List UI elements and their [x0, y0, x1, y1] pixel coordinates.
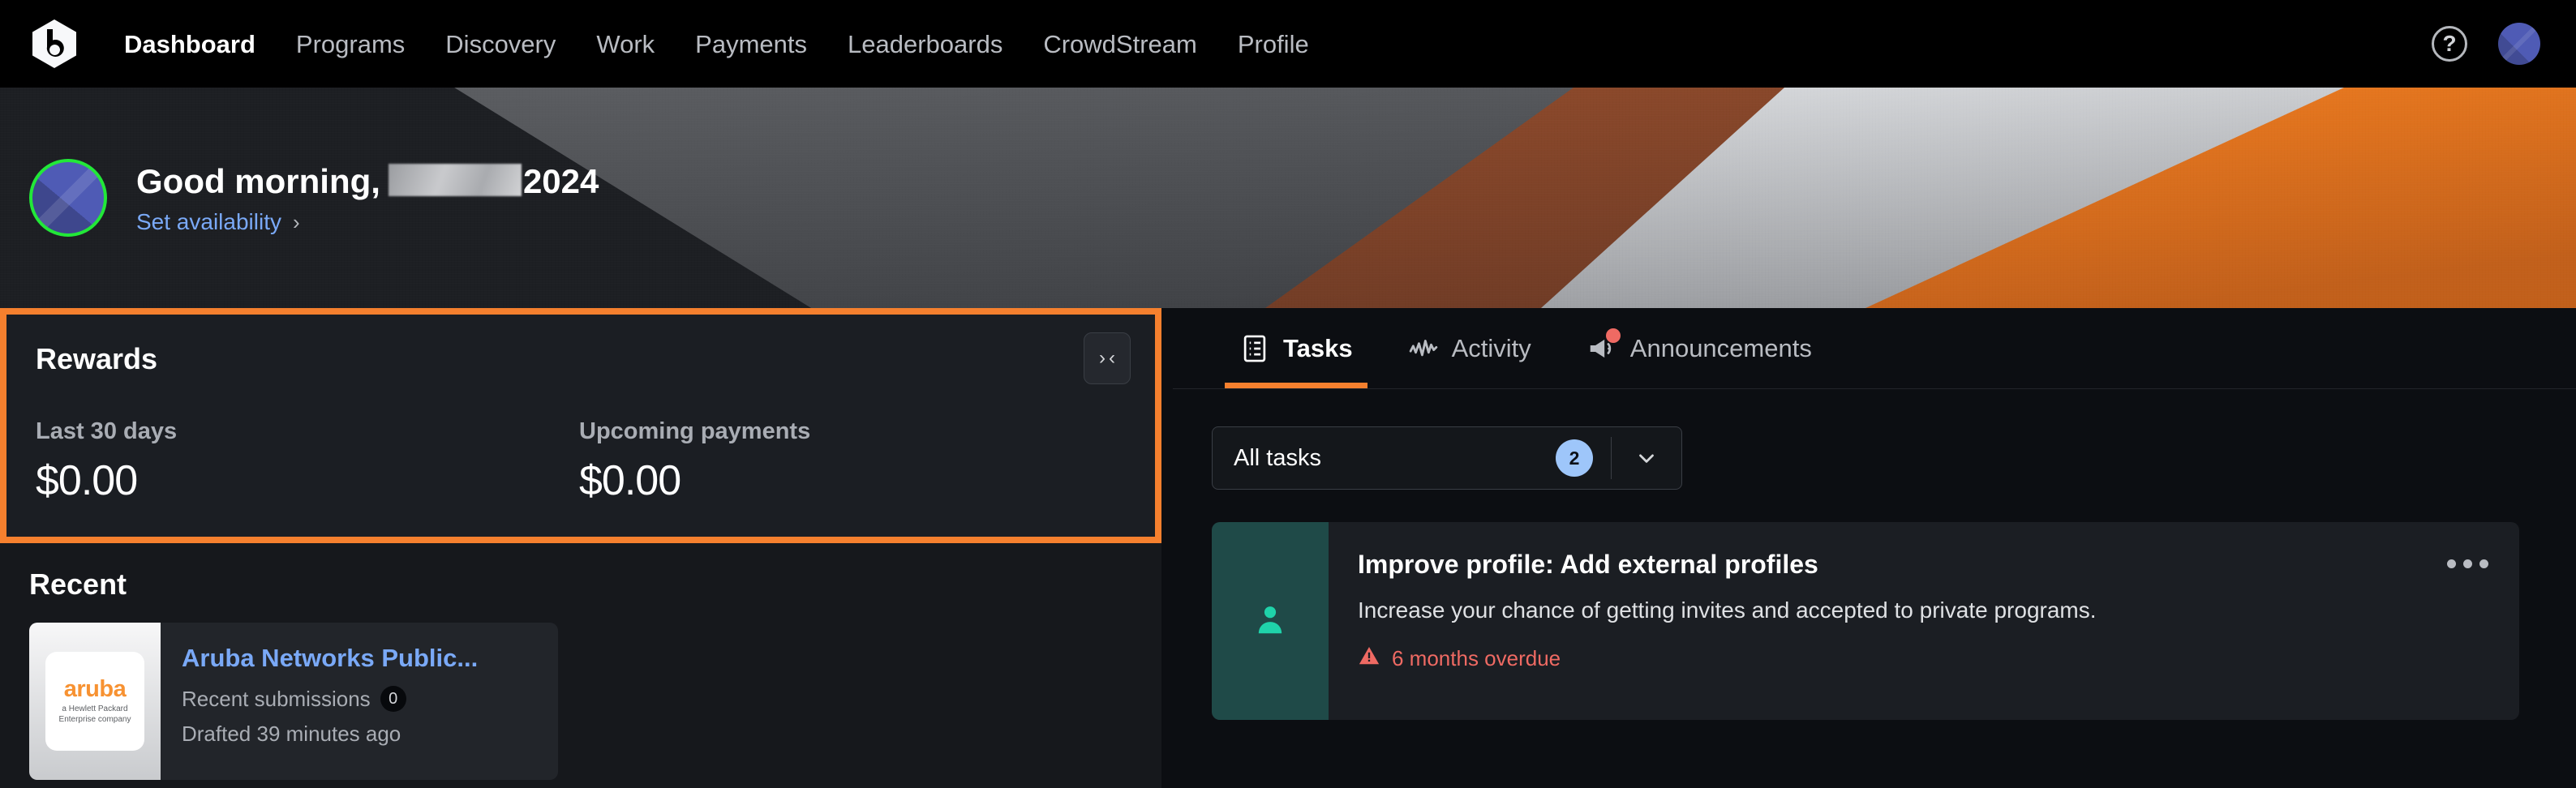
nav-link-discovery[interactable]: Discovery — [425, 24, 576, 65]
nav-link-dashboard[interactable]: Dashboard — [104, 24, 276, 65]
nav-right-controls: ? — [2432, 23, 2540, 65]
warning-triangle-icon — [1358, 645, 1380, 673]
right-column: Tasks Activity Announcements All tasks 2… — [1173, 308, 2576, 788]
collapse-inward-icon[interactable]: › ‹ — [1084, 332, 1131, 384]
panel-tabs: Tasks Activity Announcements — [1173, 308, 2576, 389]
nav-link-work[interactable]: Work — [576, 24, 675, 65]
task-icon-strip — [1212, 522, 1329, 720]
top-navigation-bar: Dashboard Programs Discovery Work Paymen… — [0, 0, 2576, 88]
program-logo-pane: aruba a Hewlett Packard Enterprise compa… — [29, 623, 161, 780]
task-filter-select[interactable]: All tasks 2 — [1212, 426, 1682, 490]
bugcrowd-hexagon-b-logo[interactable] — [29, 19, 79, 69]
avatar[interactable] — [2498, 23, 2540, 65]
chevron-right-icon: › — [292, 210, 300, 234]
collapse-left-chevron: › — [1099, 347, 1106, 369]
stat-upcoming-payments: Upcoming payments $0.00 — [579, 418, 1123, 505]
task-description: Increase your chance of getting invites … — [1358, 597, 2097, 623]
list-clipboard-icon — [1239, 333, 1270, 364]
rewards-title: Rewards — [36, 342, 158, 375]
hero-content: Good morning, 2024 Set availability › — [0, 88, 2576, 308]
unread-dot-badge — [1605, 328, 1621, 343]
stat-label: Upcoming payments — [579, 418, 811, 444]
ellipsis-horizontal-icon[interactable] — [2441, 553, 2495, 575]
menu-dot — [2447, 559, 2456, 568]
submissions-row: Recent submissions 0 — [182, 686, 478, 712]
task-filter-label: All tasks — [1234, 444, 1321, 471]
program-name-link[interactable]: Aruba Networks Public... — [182, 644, 478, 673]
stat-value: $0.00 — [579, 457, 681, 504]
submissions-label: Recent submissions — [182, 686, 371, 711]
greeting-heading: Good morning, 2024 — [136, 161, 599, 201]
rewards-card: Rewards › ‹ Last 30 days $0.00 Upcoming … — [0, 308, 1161, 543]
tab-tasks[interactable]: Tasks — [1212, 308, 1380, 388]
nav-links: Dashboard Programs Discovery Work Paymen… — [104, 24, 1329, 65]
nav-link-programs[interactable]: Programs — [276, 24, 425, 65]
hero-banner: Good morning, 2024 Set availability › — [0, 88, 2576, 308]
filter-row: All tasks 2 — [1173, 389, 2576, 490]
aruba-logo-subtext: a Hewlett Packard Enterprise company — [58, 704, 131, 724]
rewards-stats: Last 30 days $0.00 Upcoming payments $0.… — [36, 418, 1123, 505]
aruba-logo-icon: aruba a Hewlett Packard Enterprise compa… — [45, 652, 144, 751]
tab-announcements[interactable]: Announcements — [1559, 308, 1840, 388]
task-count-badge: 2 — [1556, 439, 1593, 477]
set-availability-link[interactable]: Set availability › — [136, 209, 599, 235]
task-card[interactable]: Improve profile: Add external profiles I… — [1212, 522, 2519, 720]
tab-label: Activity — [1451, 333, 1531, 362]
collapse-right-chevron: ‹ — [1109, 347, 1115, 369]
task-status: 6 months overdue — [1358, 645, 2495, 673]
column-divider — [1161, 308, 1173, 788]
chevron-down-icon[interactable] — [1612, 446, 1681, 470]
megaphone-icon — [1586, 328, 1621, 364]
nav-link-payments[interactable]: Payments — [675, 24, 827, 65]
tab-label: Announcements — [1629, 333, 1812, 362]
submissions-count-badge: 0 — [380, 686, 406, 712]
task-status-label: 6 months overdue — [1392, 646, 1561, 670]
left-column: Rewards › ‹ Last 30 days $0.00 Upcoming … — [0, 308, 1161, 788]
menu-dot — [2479, 559, 2488, 568]
recent-section-title: Recent — [29, 567, 127, 601]
task-body: Improve profile: Add external profiles I… — [1329, 522, 2519, 720]
profile-avatar[interactable] — [29, 159, 107, 237]
question-mark-circle-icon[interactable]: ? — [2432, 26, 2467, 62]
main-content: Rewards › ‹ Last 30 days $0.00 Upcoming … — [0, 308, 2576, 788]
list-item[interactable]: aruba a Hewlett Packard Enterprise compa… — [29, 623, 558, 780]
tab-activity[interactable]: Activity — [1380, 308, 1559, 388]
username-suffix: 2024 — [522, 162, 599, 200]
nav-link-profile[interactable]: Profile — [1217, 24, 1329, 65]
nav-link-leaderboards[interactable]: Leaderboards — [827, 24, 1023, 65]
activity-pulse-icon — [1408, 333, 1439, 364]
redacted-username-block — [388, 164, 522, 196]
menu-dot — [2463, 559, 2472, 568]
greeting-prefix: Good morning, — [136, 162, 380, 200]
stat-value: $0.00 — [36, 457, 138, 504]
nav-link-crowdstream[interactable]: CrowdStream — [1023, 24, 1217, 65]
drafted-timestamp: Drafted 39 minutes ago — [182, 722, 401, 746]
aruba-logo-text: aruba — [63, 676, 127, 702]
person-profile-icon — [1252, 601, 1289, 642]
tab-label: Tasks — [1283, 333, 1353, 362]
set-availability-label: Set availability — [136, 209, 281, 234]
program-info: Aruba Networks Public... Recent submissi… — [161, 623, 478, 780]
stat-last-30-days: Last 30 days $0.00 — [36, 418, 579, 505]
stat-label: Last 30 days — [36, 418, 178, 444]
task-title: Improve profile: Add external profiles — [1358, 550, 1818, 579]
